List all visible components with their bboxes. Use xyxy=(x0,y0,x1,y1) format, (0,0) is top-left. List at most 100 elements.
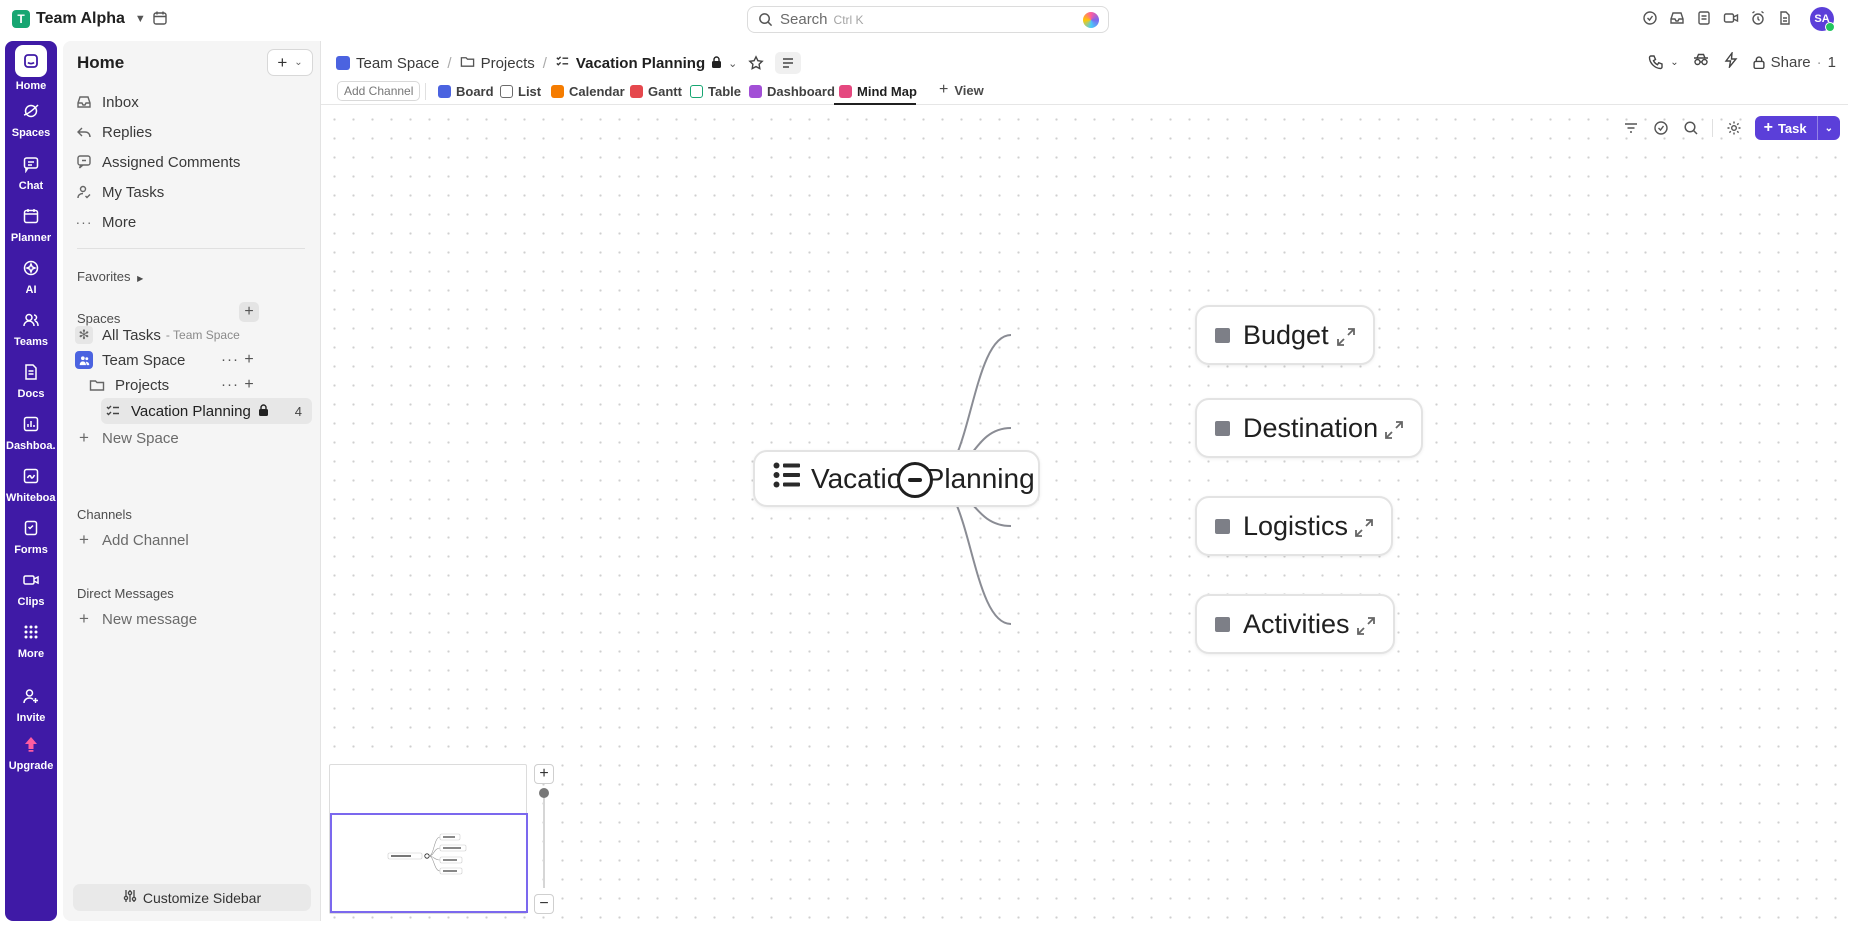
chevron-down-icon[interactable]: ⌄ xyxy=(1818,123,1840,134)
alarm-icon[interactable] xyxy=(1750,10,1766,26)
check-circle-icon[interactable] xyxy=(1652,119,1670,137)
rail-more[interactable]: More xyxy=(5,621,57,660)
rail-clips[interactable]: Clips xyxy=(5,569,57,608)
add-view-button[interactable]: + View xyxy=(939,81,984,99)
plus-icon: + xyxy=(79,609,89,628)
share-separator: · xyxy=(1816,53,1822,71)
create-new-button[interactable]: + ⌄ xyxy=(267,49,313,76)
lightning-icon[interactable] xyxy=(1723,50,1739,72)
rail-forms[interactable]: Forms xyxy=(5,517,57,556)
inbox-icon xyxy=(75,93,93,111)
mind-map-node-activities[interactable]: Activities xyxy=(1195,594,1395,654)
chevron-down-icon[interactable]: ⌄ xyxy=(728,57,737,70)
collapse-node-button[interactable] xyxy=(897,462,933,498)
sidebar-item-projects[interactable]: Projects xyxy=(85,372,312,398)
customize-sidebar-button[interactable]: Customize Sidebar xyxy=(73,884,311,911)
user-avatar[interactable]: SA xyxy=(1810,7,1835,32)
rail-ai[interactable]: AI xyxy=(5,257,57,296)
gear-icon[interactable] xyxy=(1725,119,1743,137)
rail-upgrade[interactable]: Upgrade xyxy=(5,733,57,772)
share-button[interactable]: Share · 1 xyxy=(1753,54,1836,71)
sidebar-item-team-space[interactable]: Team Space xyxy=(72,347,312,373)
document-icon[interactable] xyxy=(1777,10,1793,26)
star-icon[interactable] xyxy=(743,52,769,74)
check-circle-icon[interactable] xyxy=(1642,10,1658,26)
add-space-button[interactable]: + xyxy=(239,302,259,322)
sidebar-item-inbox[interactable]: Inbox xyxy=(72,89,312,115)
expand-icon[interactable] xyxy=(1335,324,1357,346)
sidebar-item-new-space[interactable]: + New Space xyxy=(72,425,312,451)
rail-planner[interactable]: Planner xyxy=(5,205,57,244)
minimap-viewport[interactable] xyxy=(330,813,528,913)
mind-map-node-destination[interactable]: Destination xyxy=(1195,398,1423,458)
expand-icon[interactable] xyxy=(1383,417,1405,439)
breadcrumb-space[interactable]: Team Space xyxy=(356,55,439,72)
view-tabs: Add Channel Board List Calendar Gantt Ta… xyxy=(321,74,1848,105)
rail-home[interactable]: Home xyxy=(5,45,57,92)
sidebar-item-my-tasks[interactable]: My Tasks xyxy=(72,179,312,205)
favorites-heading[interactable]: Favorites ▶ xyxy=(77,269,143,284)
tab-calendar[interactable]: Calendar xyxy=(551,81,625,102)
sidebar-item-assigned-comments[interactable]: Assigned Comments xyxy=(72,149,312,175)
breadcrumb-list[interactable]: Vacation Planning xyxy=(576,55,705,72)
rail-teams[interactable]: Teams xyxy=(5,309,57,348)
mind-map-node-logistics[interactable]: Logistics xyxy=(1195,496,1393,556)
notepad-icon[interactable] xyxy=(1696,10,1712,26)
rail-dashboards[interactable]: Dashboa.. xyxy=(5,413,57,452)
zoom-out-button[interactable]: − xyxy=(534,894,554,914)
phone-icon[interactable]: ⌄ xyxy=(1648,54,1679,70)
rail-spaces[interactable]: Spaces xyxy=(5,100,57,139)
rail-label: Home xyxy=(15,80,47,92)
expand-icon[interactable] xyxy=(1355,613,1377,635)
sidebar-item-all-tasks[interactable]: ✻ All Tasks - Team Space xyxy=(72,322,312,348)
view-divider xyxy=(425,83,426,100)
plus-icon: + xyxy=(939,81,949,98)
tab-dashboard[interactable]: Dashboard xyxy=(749,81,835,102)
add-channel-button[interactable]: Add Channel xyxy=(337,81,421,101)
sidebar-item-replies[interactable]: Replies xyxy=(72,119,312,145)
mind-map-canvas[interactable]: + Task ⌄ Vacation Planning Budget Destina… xyxy=(321,106,1848,921)
zoom-slider-track[interactable] xyxy=(543,790,545,888)
ai-brain-icon[interactable] xyxy=(1083,12,1099,28)
search-icon[interactable] xyxy=(1682,119,1700,137)
workspace-name: Team Alpha xyxy=(36,10,125,27)
mind-map-node-budget[interactable]: Budget xyxy=(1195,305,1375,365)
sidebar-item-add-channel[interactable]: + Add Channel xyxy=(72,527,312,553)
plus-icon: + xyxy=(79,428,89,447)
rail-label: AI xyxy=(25,284,37,296)
dm-heading: Direct Messages xyxy=(77,586,174,601)
rail-docs[interactable]: Docs xyxy=(5,361,57,400)
more-options-icon[interactable]: ··· xyxy=(221,351,239,368)
sidebar-item-vacation-planning[interactable]: Vacation Planning 4 xyxy=(101,398,312,424)
breadcrumb-folder[interactable]: Projects xyxy=(481,55,535,72)
rail-whiteboards[interactable]: Whiteboa.. xyxy=(5,465,57,504)
expand-icon[interactable] xyxy=(1353,515,1375,537)
rail-label: More xyxy=(17,648,45,660)
add-to-space-button[interactable]: + xyxy=(239,350,259,370)
video-icon[interactable] xyxy=(1723,10,1739,26)
add-to-folder-button[interactable]: + xyxy=(239,375,259,395)
add-task-button[interactable]: + Task ⌄ xyxy=(1754,116,1840,140)
incognito-icon[interactable] xyxy=(1693,52,1709,72)
filter-icon[interactable] xyxy=(1622,119,1640,137)
workspace-switcher[interactable]: T Team Alpha ▼ xyxy=(12,8,146,30)
rail-chat[interactable]: Chat xyxy=(5,153,57,192)
tab-table[interactable]: Table xyxy=(690,81,741,102)
tab-gantt[interactable]: Gantt xyxy=(630,81,682,102)
search-bar[interactable]: Search Ctrl K xyxy=(747,6,1109,33)
more-options-icon[interactable]: ··· xyxy=(221,376,239,393)
zoom-in-button[interactable]: + xyxy=(534,764,554,784)
tab-board[interactable]: Board xyxy=(438,81,494,102)
checklist-icon xyxy=(555,54,570,73)
tab-mind-map[interactable]: Mind Map xyxy=(839,81,917,102)
inbox-tray-icon[interactable] xyxy=(1669,10,1685,26)
calendar-icon[interactable] xyxy=(152,10,168,26)
sidebar-item-more[interactable]: ··· More xyxy=(72,209,312,235)
minimap[interactable] xyxy=(329,764,528,914)
rail-label: Invite xyxy=(16,712,46,724)
sidebar-item-new-message[interactable]: + New message xyxy=(72,606,312,632)
description-icon[interactable] xyxy=(775,52,802,74)
rail-invite[interactable]: Invite xyxy=(5,685,57,724)
zoom-slider-handle[interactable] xyxy=(539,788,549,798)
tab-list[interactable]: List xyxy=(500,81,541,102)
